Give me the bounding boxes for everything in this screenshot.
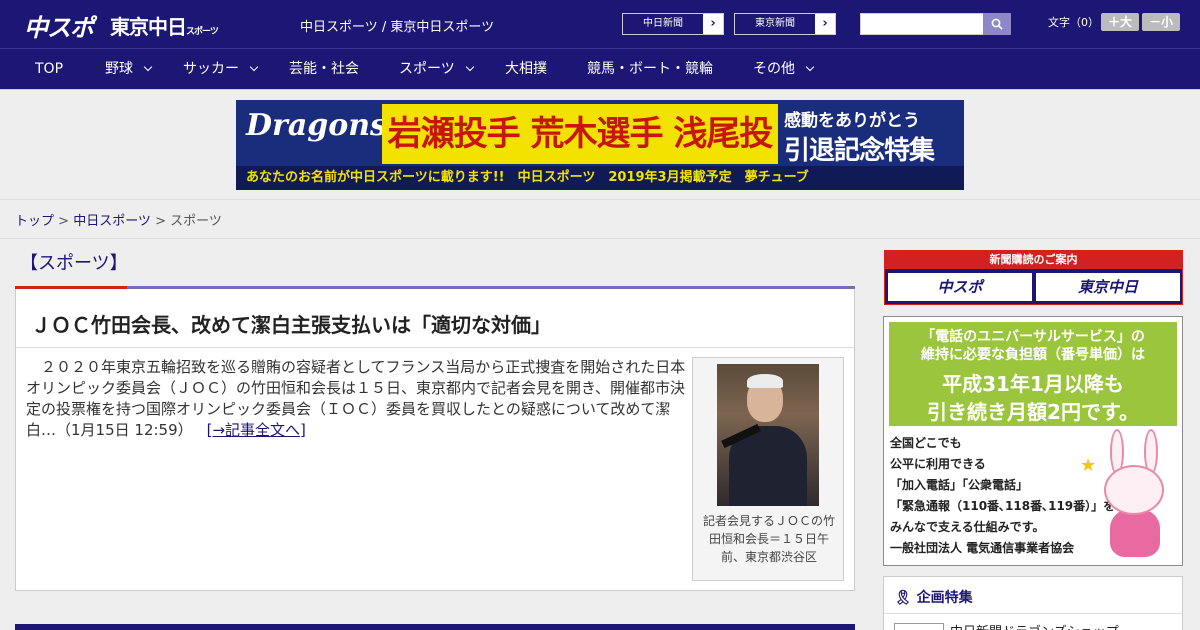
read-more-link[interactable]: [→記事全文へ] [207,421,306,439]
subscription-title: 新聞購読のご案内 [885,251,1182,269]
nav-baseball[interactable]: 野球 [105,49,153,90]
tokyo-chunichi-logo[interactable]: 東京中日スポーツ [110,11,219,40]
tokyo-chunichi-logo-sub: スポーツ [186,27,219,37]
subscribe-chuspo-button[interactable]: 中スポ [888,273,1032,301]
dragons-logo: Dragons [246,108,387,143]
chunichi-shimbun-link[interactable]: 中日新聞 › [622,13,724,35]
ribbon-icon: 🎗 [894,590,912,606]
banner-players: 岩瀬投手 荒木選手 浅尾投手 [382,104,778,190]
tokyo-shimbun-link[interactable]: 東京新聞 › [734,13,836,35]
feature-thumbnail[interactable] [894,623,944,630]
ad-body-line: 全国どこでも [890,436,962,450]
tokyo-shimbun-label: 東京新聞 [735,14,815,34]
nav-baseball-label: 野球 [105,61,133,77]
divider [884,613,1182,614]
ad-body: 全国どこでも 公平に利用できる 「加入電話」「公衆電話」 「緊急通報（110番､… [890,433,1115,538]
article-summary: ２０２０年東京五輪招致を巡る贈賄の容疑者としてフランス当局から正式捜査を開始され… [26,357,686,441]
article-headline[interactable]: ＪＯＣ竹田会長、改めて潔白主張支払いは「適切な対価」 [31,309,551,338]
chevron-down-icon [805,62,815,72]
main-nav: TOP 野球 サッカー 芸能・社会 スポーツ 大相撲 競馬・ボート・競輪 その他 [0,48,1200,90]
ad-body-line: 「緊急通報（110番､118番､119番）」を [890,499,1116,513]
bunny-body [1110,509,1160,557]
chuspo-logo[interactable]: 中スポ [24,8,94,43]
ad-line2: 維持に必要な負担額（番号単価）は [921,347,1145,363]
photo-hair [747,374,783,388]
breadcrumb-chunichi[interactable]: 中日スポーツ [73,214,151,229]
star-icon: ★ [1080,455,1097,476]
nav-sports-label: スポーツ [399,61,455,77]
nav-sports[interactable]: スポーツ [399,49,474,90]
nav-top[interactable]: TOP [35,49,63,90]
divider [0,238,1200,239]
nav-soccer-label: サッカー [183,61,239,77]
divider [16,347,854,348]
photo-caption: 記者会見するＪＯＣの竹田恒和会長＝１５日午前、東京都渋谷区 [702,514,835,564]
article-body: ２０２０年東京五輪招致を巡る贈賄の容疑者としてフランス当局から正式捜査を開始され… [26,358,686,439]
nav-other[interactable]: その他 [753,49,815,90]
subscription-box: 新聞購読のご案内 中スポ 東京中日 [884,250,1183,305]
ad-line3: 平成31年1月以降も [942,372,1124,396]
universal-service-ad[interactable]: 「電話のユニバーサルサービス」の 維持に必要な負担額（番号単価）は 平成31年1… [883,316,1183,566]
ad-organization: 一般社団法人 電気通信事業者協会 [890,541,1075,555]
subscribe-tokyo-chunichi-button[interactable]: 東京中日 [1036,273,1180,301]
font-smaller-button[interactable]: －小 [1142,13,1180,31]
nav-racing-label: 競馬・ボート・競輪 [587,61,713,77]
nav-entertainment[interactable]: 芸能・社会 [289,49,359,90]
banner-thanks: 感動をありがとう [784,111,920,131]
chevron-right-icon: › [822,16,828,31]
breadcrumb: トップ > 中日スポーツ > スポーツ [15,210,222,229]
nav-other-label: その他 [753,61,795,77]
breadcrumb-current: スポーツ [170,214,222,229]
feature-title-text: 企画特集 [916,590,973,606]
chevron-right-icon: › [710,16,716,31]
breadcrumb-separator: > [54,214,74,229]
nav-sumo-label: 大相撲 [505,61,547,77]
nav-sumo[interactable]: 大相撲 [505,49,547,90]
banner-tokushu: 引退記念特集 [784,136,935,166]
bunny-head [1104,465,1164,515]
ad-line1: 「電話のユニバーサルサービス」の [921,329,1145,345]
nav-racing[interactable]: 競馬・ボート・競輪 [587,49,713,90]
nav-soccer[interactable]: サッカー [183,49,259,90]
site-name: 中日スポーツ / 東京中日スポーツ [300,20,495,35]
article-card: ＪＯＣ竹田会長、改めて潔白主張支払いは「適切な対価」 ２０２０年東京五輪招致を巡… [15,289,855,591]
chevron-down-icon [249,62,259,72]
ad-body-line: みんなで支える仕組みです。 [890,520,1045,534]
tokyo-chunichi-logo-text: 東京中日 [110,15,187,39]
next-section-bar [15,624,855,630]
ad-body-line: 「加入電話」「公衆電話」 [890,478,1029,492]
chunichi-shimbun-label: 中日新聞 [623,14,703,34]
retirement-banner[interactable]: Dragons 岩瀬投手 荒木選手 浅尾投手 感動をありがとう 引退記念特集 あ… [236,100,964,190]
banner-strip: あなたのお名前が中日スポーツに載ります!! 中日スポーツ 2019年3月掲載予定… [236,166,964,190]
ad-headline-panel: 「電話のユニバーサルサービス」の 維持に必要な負担額（番号単価）は 平成31年1… [889,322,1177,426]
font-size-label: 文字（0） [1048,16,1099,29]
nav-top-label: TOP [35,61,64,77]
article-photo-box: 記者会見するＪＯＣの竹田恒和会長＝１５日午前、東京都渋谷区 [692,357,844,581]
breadcrumb-separator: > [150,214,171,229]
article-photo[interactable] [717,364,819,506]
chevron-down-icon [143,62,153,72]
font-larger-button[interactable]: ＋大 [1101,13,1139,31]
feature-box: 🎗 企画特集 中日新聞ドラゴンズショップ [883,576,1183,630]
banner-area: Dragons 岩瀬投手 荒木選手 浅尾投手 感動をありがとう 引退記念特集 あ… [0,90,1200,200]
ad-line4: 引き続き月額2円です。 [927,400,1139,424]
section-title: 【スポーツ】 [20,253,128,274]
feature-title: 🎗 企画特集 [894,587,973,607]
bunny-mascot: ★ [1080,429,1174,561]
search-input[interactable] [860,13,984,35]
nav-entertainment-label: 芸能・社会 [289,61,359,77]
search-button[interactable] [983,13,1011,35]
chevron-down-icon [465,62,474,72]
top-header: 中スポ 東京中日スポーツ 中日スポーツ / 東京中日スポーツ 中日新聞 › 東京… [0,0,1200,48]
search-icon [991,18,1003,30]
feature-item-dragons-shop[interactable]: 中日新聞ドラゴンズショップ [950,621,1119,630]
breadcrumb-top[interactable]: トップ [15,214,54,229]
